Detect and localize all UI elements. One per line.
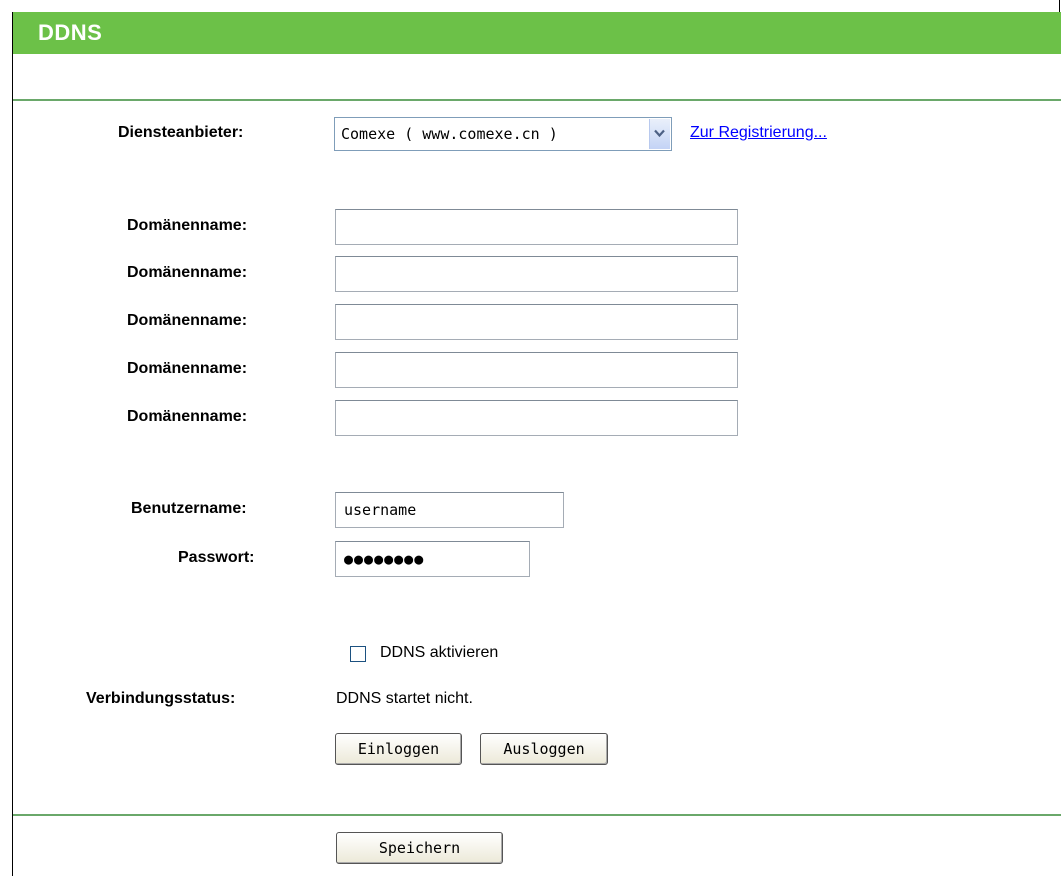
username-label: Benutzername:: [131, 500, 247, 517]
domain-label-2: Domänenname:: [127, 264, 248, 281]
username-field[interactable]: [335, 492, 564, 528]
logout-button[interactable]: Ausloggen: [480, 733, 608, 765]
domain-label-5: Domänenname:: [127, 408, 248, 425]
domain-field-3[interactable]: [335, 304, 738, 340]
domain-input-2[interactable]: [336, 257, 737, 291]
provider-label: Diensteanbieter:: [118, 124, 244, 141]
connection-status-label: Verbindungsstatus:: [86, 690, 236, 707]
page-title: DDNS: [38, 20, 103, 45]
domain-field-5[interactable]: [335, 400, 738, 436]
divider-bottom: [13, 814, 1061, 816]
domain-label-4: Domänenname:: [127, 360, 248, 377]
username-input[interactable]: [336, 493, 563, 527]
login-button[interactable]: Einloggen: [335, 733, 462, 765]
domain-input-4[interactable]: [336, 353, 737, 387]
password-input[interactable]: [336, 542, 529, 576]
domain-input-3[interactable]: [336, 305, 737, 339]
clipped-top-text-strip: [0, 0, 1061, 12]
page-header: DDNS: [13, 12, 1061, 54]
ddns-enable-label: DDNS aktivieren: [380, 644, 499, 661]
register-link[interactable]: Zur Registrierung...: [690, 124, 827, 142]
domain-field-2[interactable]: [335, 256, 738, 292]
provider-select[interactable]: Comexe ( www.comexe.cn ): [334, 117, 672, 151]
password-field[interactable]: [335, 541, 530, 577]
password-label: Passwort:: [178, 549, 255, 566]
connection-status-value: DDNS startet nicht.: [336, 690, 473, 707]
domain-label-1: Domänenname:: [127, 217, 248, 234]
domain-field-4[interactable]: [335, 352, 738, 388]
ddns-enable-checkbox[interactable]: [350, 646, 366, 662]
dropdown-arrow-button[interactable]: [649, 119, 670, 149]
frame-border-left: [12, 12, 13, 876]
domain-input-5[interactable]: [336, 401, 737, 435]
domain-field-1[interactable]: [335, 209, 738, 245]
chevron-down-icon: [654, 129, 665, 138]
domain-label-3: Domänenname:: [127, 312, 248, 329]
save-button[interactable]: Speichern: [336, 832, 503, 864]
divider-top: [13, 99, 1061, 101]
domain-input-1[interactable]: [336, 210, 737, 244]
provider-selected-value: Comexe ( www.comexe.cn ): [341, 125, 558, 143]
